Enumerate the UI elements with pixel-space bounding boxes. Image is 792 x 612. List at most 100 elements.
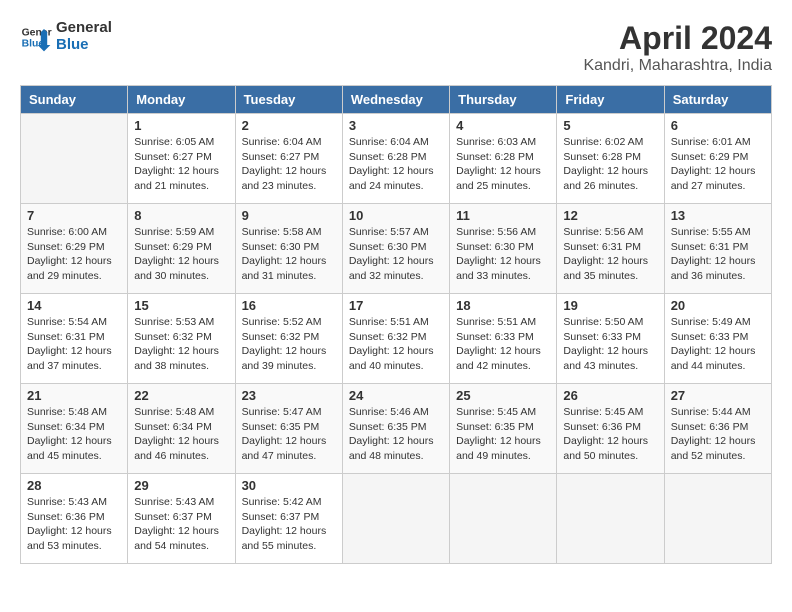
- calendar-cell: 18 Sunrise: 5:51 AM Sunset: 6:33 PM Dayli…: [450, 294, 557, 384]
- day-number: 19: [563, 298, 657, 313]
- calendar-cell: 4Sunrise: 6:03 AM Sunset: 6:28 PM Daylig…: [450, 114, 557, 204]
- calendar-cell: 30 Sunrise: 5:42 AM Sunset: 6:37 PM Dayli…: [235, 474, 342, 564]
- column-header-sunday: Sunday: [21, 86, 128, 114]
- day-number: 9: [242, 208, 336, 223]
- day-number: 20: [671, 298, 765, 313]
- cell-info: Sunrise: 5:51 AM Sunset: 6:32 PM Dayligh…: [349, 315, 443, 374]
- calendar-cell: [21, 114, 128, 204]
- day-number: 18: [456, 298, 550, 313]
- column-header-wednesday: Wednesday: [342, 86, 449, 114]
- cell-info: Sunrise: 6:01 AM Sunset: 6:29 PM Dayligh…: [671, 135, 765, 194]
- cell-info: Sunrise: 5:49 AM Sunset: 6:33 PM Dayligh…: [671, 315, 765, 374]
- cell-info: Sunrise: 6:03 AM Sunset: 6:28 PM Dayligh…: [456, 135, 550, 194]
- day-number: 7: [27, 208, 121, 223]
- calendar-cell: 26 Sunrise: 5:45 AM Sunset: 6:36 PM Dayli…: [557, 384, 664, 474]
- day-number: 17: [349, 298, 443, 313]
- calendar-cell: 1 Sunrise: 6:05 AM Sunset: 6:27 PM Daylig…: [128, 114, 235, 204]
- calendar-cell: 6 Sunrise: 6:01 AM Sunset: 6:29 PM Daylig…: [664, 114, 771, 204]
- day-number: 29: [134, 478, 228, 493]
- calendar-cell: 11 Sunrise: 5:56 AM Sunset: 6:30 PM Dayli…: [450, 204, 557, 294]
- calendar-cell: [450, 474, 557, 564]
- cell-info: Sunrise: 5:47 AM Sunset: 6:35 PM Dayligh…: [242, 405, 336, 464]
- day-number: 11: [456, 208, 550, 223]
- cell-info: Sunrise: 6:04 AM Sunset: 6:27 PM Dayligh…: [242, 135, 336, 194]
- calendar-cell: 28Sunrise: 5:43 AM Sunset: 6:36 PM Dayli…: [21, 474, 128, 564]
- week-row-1: 7 Sunrise: 6:00 AM Sunset: 6:29 PM Daylig…: [21, 204, 772, 294]
- calendar-cell: 25 Sunrise: 5:45 AM Sunset: 6:35 PM Dayli…: [450, 384, 557, 474]
- cell-info: Sunrise: 5:59 AM Sunset: 6:29 PM Dayligh…: [134, 225, 228, 284]
- calendar-cell: [664, 474, 771, 564]
- calendar-cell: 5 Sunrise: 6:02 AM Sunset: 6:28 PM Daylig…: [557, 114, 664, 204]
- calendar-cell: 15 Sunrise: 5:53 AM Sunset: 6:32 PM Dayli…: [128, 294, 235, 384]
- calendar-cell: 16 Sunrise: 5:52 AM Sunset: 6:32 PM Dayli…: [235, 294, 342, 384]
- cell-info: Sunrise: 5:56 AM Sunset: 6:31 PM Dayligh…: [563, 225, 657, 284]
- calendar-cell: 13Sunrise: 5:55 AM Sunset: 6:31 PM Dayli…: [664, 204, 771, 294]
- cell-info: Sunrise: 5:57 AM Sunset: 6:30 PM Dayligh…: [349, 225, 443, 284]
- calendar-cell: 21 Sunrise: 5:48 AM Sunset: 6:34 PM Dayli…: [21, 384, 128, 474]
- svg-text:General: General: [22, 27, 52, 38]
- day-number: 5: [563, 118, 657, 133]
- logo-blue: Blue: [56, 37, 112, 54]
- day-number: 6: [671, 118, 765, 133]
- calendar-cell: 20 Sunrise: 5:49 AM Sunset: 6:33 PM Dayli…: [664, 294, 771, 384]
- cell-info: Sunrise: 5:53 AM Sunset: 6:32 PM Dayligh…: [134, 315, 228, 374]
- day-number: 14: [27, 298, 121, 313]
- calendar-cell: 10 Sunrise: 5:57 AM Sunset: 6:30 PM Dayli…: [342, 204, 449, 294]
- calendar-cell: 3 Sunrise: 6:04 AM Sunset: 6:28 PM Daylig…: [342, 114, 449, 204]
- cell-info: Sunrise: 5:48 AM Sunset: 6:34 PM Dayligh…: [134, 405, 228, 464]
- cell-info: Sunrise: 5:45 AM Sunset: 6:35 PM Dayligh…: [456, 405, 550, 464]
- calendar-cell: 7 Sunrise: 6:00 AM Sunset: 6:29 PM Daylig…: [21, 204, 128, 294]
- day-number: 21: [27, 388, 121, 403]
- day-number: 13: [671, 208, 765, 223]
- calendar-cell: 29 Sunrise: 5:43 AM Sunset: 6:37 PM Dayli…: [128, 474, 235, 564]
- day-number: 26: [563, 388, 657, 403]
- month-title: April 2024: [583, 20, 772, 57]
- calendar-cell: 17 Sunrise: 5:51 AM Sunset: 6:32 PM Dayli…: [342, 294, 449, 384]
- day-number: 16: [242, 298, 336, 313]
- calendar-cell: 19Sunrise: 5:50 AM Sunset: 6:33 PM Dayli…: [557, 294, 664, 384]
- day-number: 12: [563, 208, 657, 223]
- cell-info: Sunrise: 5:43 AM Sunset: 6:36 PM Dayligh…: [27, 495, 121, 554]
- cell-info: Sunrise: 5:45 AM Sunset: 6:36 PM Dayligh…: [563, 405, 657, 464]
- cell-info: Sunrise: 5:54 AM Sunset: 6:31 PM Dayligh…: [27, 315, 121, 374]
- calendar-cell: 27Sunrise: 5:44 AM Sunset: 6:36 PM Dayli…: [664, 384, 771, 474]
- calendar-cell: 8 Sunrise: 5:59 AM Sunset: 6:29 PM Daylig…: [128, 204, 235, 294]
- cell-info: Sunrise: 5:42 AM Sunset: 6:37 PM Dayligh…: [242, 495, 336, 554]
- day-number: 1: [134, 118, 228, 133]
- title-block: April 2024 Kandri, Maharashtra, India: [583, 20, 772, 75]
- cell-info: Sunrise: 6:00 AM Sunset: 6:29 PM Dayligh…: [27, 225, 121, 284]
- cell-info: Sunrise: 5:56 AM Sunset: 6:30 PM Dayligh…: [456, 225, 550, 284]
- day-number: 30: [242, 478, 336, 493]
- logo: General Blue General Blue: [20, 20, 112, 53]
- cell-info: Sunrise: 6:02 AM Sunset: 6:28 PM Dayligh…: [563, 135, 657, 194]
- cell-info: Sunrise: 6:04 AM Sunset: 6:28 PM Dayligh…: [349, 135, 443, 194]
- day-number: 2: [242, 118, 336, 133]
- calendar-cell: [557, 474, 664, 564]
- calendar-header-row: SundayMondayTuesdayWednesdayThursdayFrid…: [21, 86, 772, 114]
- calendar-cell: 9 Sunrise: 5:58 AM Sunset: 6:30 PM Daylig…: [235, 204, 342, 294]
- day-number: 15: [134, 298, 228, 313]
- day-number: 22: [134, 388, 228, 403]
- logo-icon: General Blue: [20, 21, 52, 53]
- calendar-cell: 12 Sunrise: 5:56 AM Sunset: 6:31 PM Dayli…: [557, 204, 664, 294]
- cell-info: Sunrise: 5:48 AM Sunset: 6:34 PM Dayligh…: [27, 405, 121, 464]
- column-header-thursday: Thursday: [450, 86, 557, 114]
- cell-info: Sunrise: 6:05 AM Sunset: 6:27 PM Dayligh…: [134, 135, 228, 194]
- column-header-monday: Monday: [128, 86, 235, 114]
- day-number: 10: [349, 208, 443, 223]
- calendar-cell: 14 Sunrise: 5:54 AM Sunset: 6:31 PM Dayli…: [21, 294, 128, 384]
- cell-info: Sunrise: 5:52 AM Sunset: 6:32 PM Dayligh…: [242, 315, 336, 374]
- page-header: General Blue General Blue April 2024 Kan…: [20, 20, 772, 75]
- cell-info: Sunrise: 5:43 AM Sunset: 6:37 PM Dayligh…: [134, 495, 228, 554]
- day-number: 8: [134, 208, 228, 223]
- week-row-2: 14 Sunrise: 5:54 AM Sunset: 6:31 PM Dayli…: [21, 294, 772, 384]
- location: Kandri, Maharashtra, India: [583, 57, 772, 75]
- cell-info: Sunrise: 5:51 AM Sunset: 6:33 PM Dayligh…: [456, 315, 550, 374]
- week-row-4: 28Sunrise: 5:43 AM Sunset: 6:36 PM Dayli…: [21, 474, 772, 564]
- calendar-cell: 22 Sunrise: 5:48 AM Sunset: 6:34 PM Dayli…: [128, 384, 235, 474]
- cell-info: Sunrise: 5:44 AM Sunset: 6:36 PM Dayligh…: [671, 405, 765, 464]
- calendar-cell: 2 Sunrise: 6:04 AM Sunset: 6:27 PM Daylig…: [235, 114, 342, 204]
- day-number: 3: [349, 118, 443, 133]
- day-number: 25: [456, 388, 550, 403]
- cell-info: Sunrise: 5:58 AM Sunset: 6:30 PM Dayligh…: [242, 225, 336, 284]
